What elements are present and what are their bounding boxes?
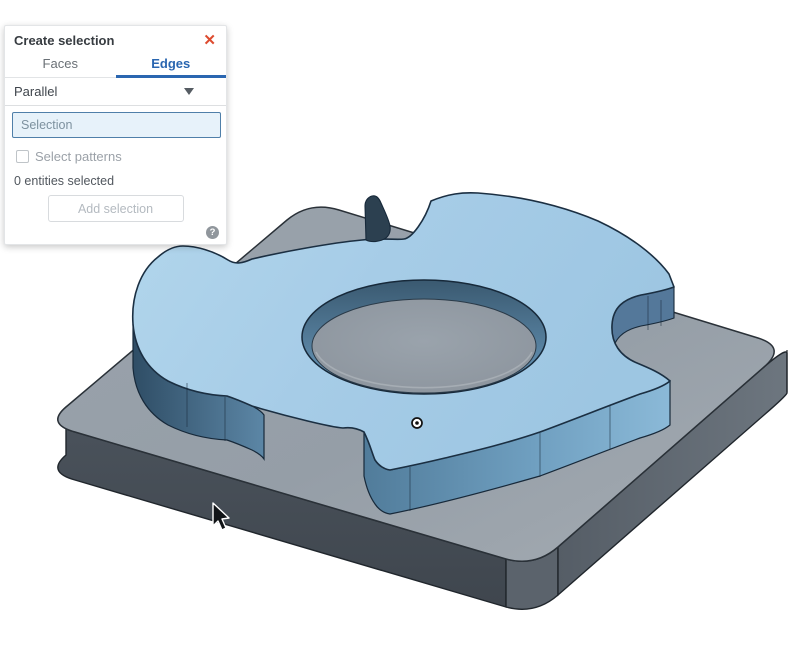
close-icon[interactable]: ✕ [203, 34, 216, 48]
part-top-slot[interactable] [365, 196, 390, 242]
select-patterns-label: Select patterns [35, 149, 122, 164]
chevron-down-icon [184, 88, 194, 95]
filter-dropdown[interactable]: Parallel [5, 78, 226, 106]
dialog-header: Create selection ✕ [5, 26, 226, 53]
create-selection-dialog: Create selection ✕ Faces Edges Parallel … [4, 25, 227, 245]
tab-edges[interactable]: Edges [116, 53, 227, 77]
dialog-title: Create selection [14, 33, 114, 48]
select-patterns-row: Select patterns [16, 149, 226, 164]
selection-field[interactable] [12, 112, 221, 138]
selection-input[interactable] [19, 117, 214, 133]
select-patterns-checkbox[interactable] [16, 150, 29, 163]
vertex-marker[interactable] [412, 418, 422, 428]
application-window: Create selection ✕ Faces Edges Parallel … [0, 0, 808, 649]
entities-status: 0 entities selected [14, 174, 226, 188]
filter-dropdown-value: Parallel [14, 84, 57, 99]
add-selection-button[interactable]: Add selection [48, 195, 184, 222]
help-icon[interactable]: ? [206, 226, 219, 239]
tab-bar: Faces Edges [5, 53, 226, 78]
recess-floor-face[interactable] [312, 299, 536, 393]
tab-faces[interactable]: Faces [5, 53, 116, 77]
